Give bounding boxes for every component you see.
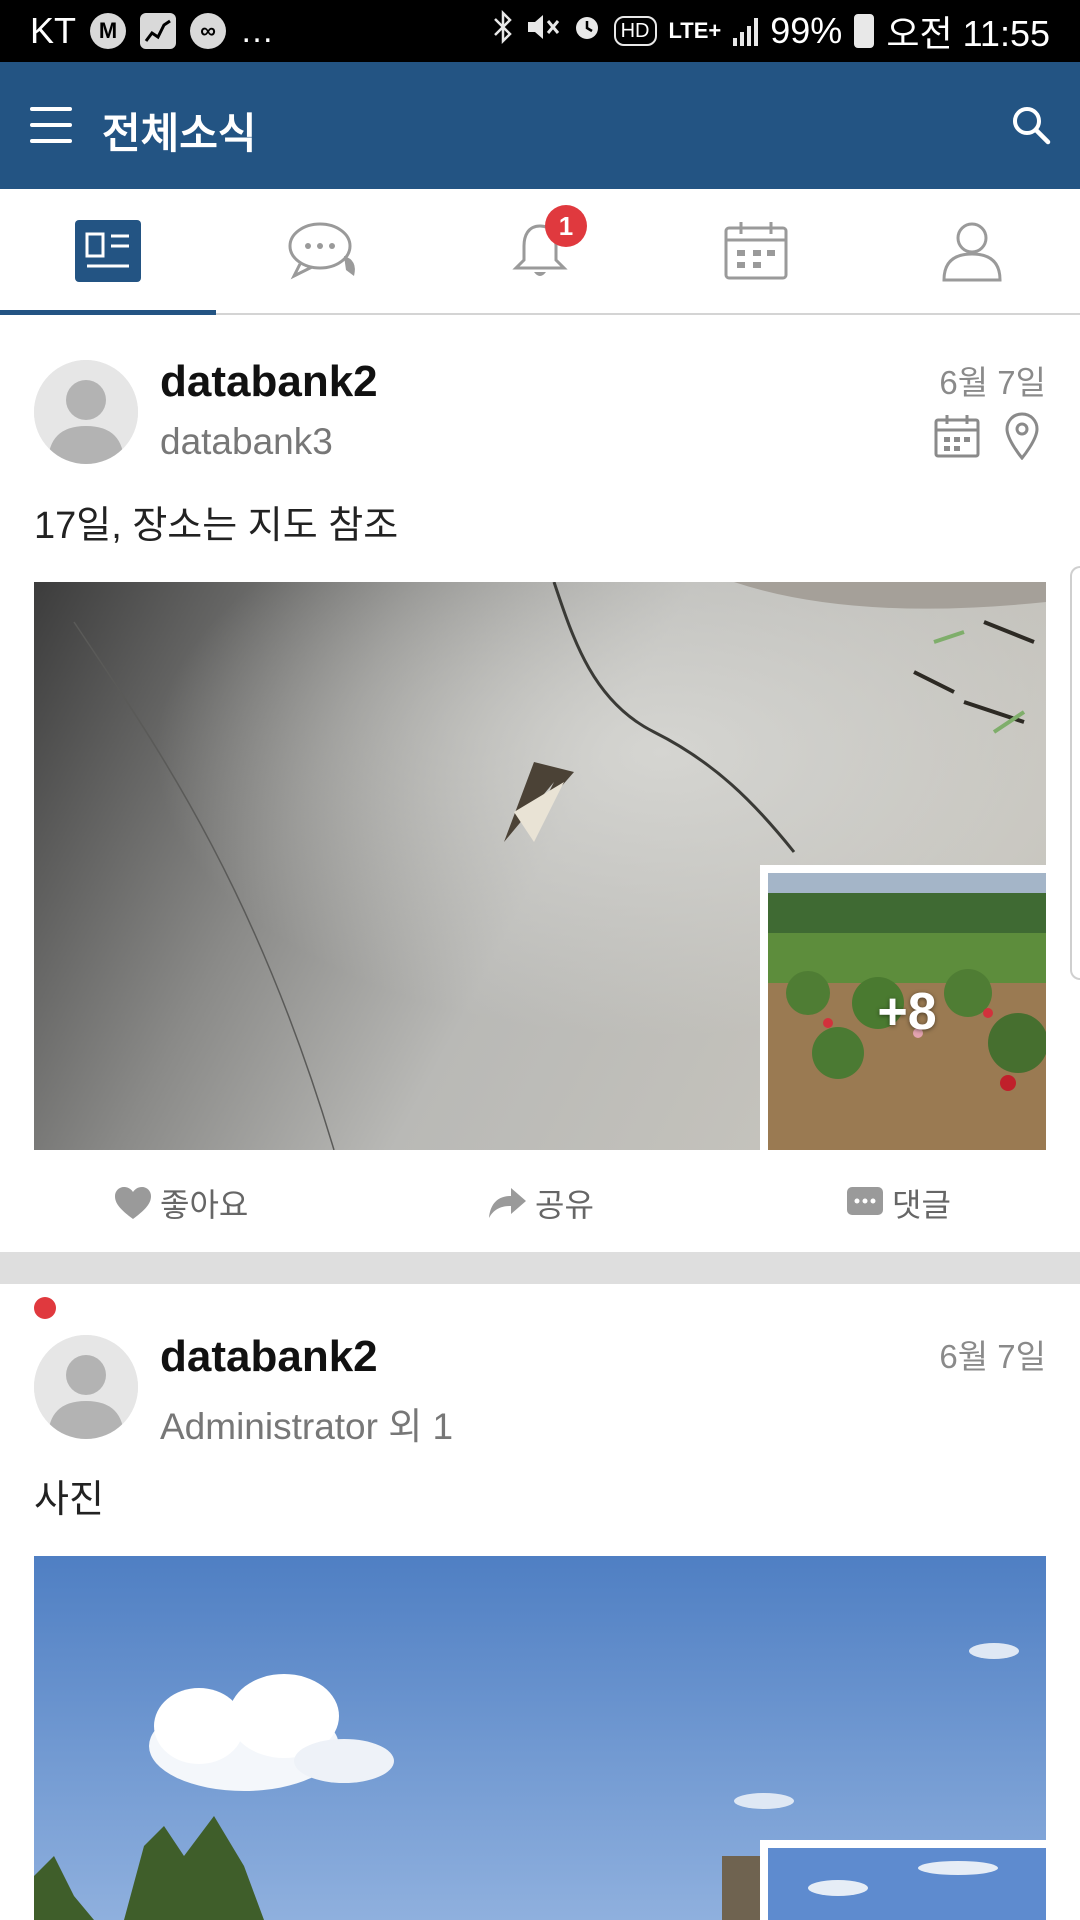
chat-bubbles-icon bbox=[288, 222, 355, 280]
post-text: 사진 bbox=[34, 1479, 104, 1521]
tab-chat[interactable] bbox=[216, 189, 432, 313]
comment-button[interactable]: 댓글 bbox=[846, 1180, 951, 1226]
post-author[interactable]: databank2 bbox=[160, 1332, 378, 1382]
app-header: 전체소식 bbox=[0, 62, 1080, 189]
map-pin-icon bbox=[1005, 412, 1039, 460]
carrier-label: KT bbox=[30, 10, 77, 51]
person-icon bbox=[942, 222, 1002, 282]
m-icon: M bbox=[90, 13, 127, 49]
clock: 오전 11:55 bbox=[886, 13, 1050, 54]
share-label: 공유 bbox=[535, 1187, 594, 1223]
mute-icon bbox=[526, 12, 560, 50]
avatar[interactable] bbox=[34, 360, 138, 464]
page-title: 전체소식 bbox=[102, 110, 257, 157]
calendar-icon bbox=[934, 415, 980, 458]
post-target: Administrator 외 1 bbox=[160, 1406, 454, 1447]
search-icon[interactable] bbox=[1010, 104, 1052, 146]
unread-indicator bbox=[34, 1297, 56, 1319]
tab-feed[interactable] bbox=[0, 189, 216, 315]
share-icon bbox=[489, 1188, 526, 1218]
avatar[interactable] bbox=[34, 1335, 138, 1439]
lte-icon: LTE+ bbox=[668, 18, 722, 43]
like-button[interactable]: 좋아요 bbox=[114, 1180, 248, 1226]
status-bar: KT M ∞ … HD LTE+ 99% 오전 11:55 bbox=[0, 0, 1080, 62]
post-date: 6월 7일 bbox=[939, 1338, 1046, 1375]
calendar-icon bbox=[724, 222, 788, 280]
hd-icon: HD bbox=[613, 16, 657, 46]
signal-icon bbox=[733, 16, 759, 46]
photo-thumbnail[interactable]: +8 bbox=[760, 865, 1046, 1150]
alarm-icon bbox=[572, 12, 602, 50]
battery-percent: 99% bbox=[770, 10, 843, 51]
share-button[interactable]: 공유 bbox=[487, 1180, 594, 1226]
post-author[interactable]: databank2 bbox=[160, 357, 378, 407]
post-date: 6월 7일 bbox=[939, 364, 1046, 401]
app-icon: ∞ bbox=[190, 13, 227, 49]
tab-bar bbox=[0, 189, 1080, 315]
comment-icon bbox=[847, 1187, 883, 1215]
comment-label: 댓글 bbox=[892, 1187, 951, 1223]
like-label: 좋아요 bbox=[160, 1187, 249, 1223]
tab-calendar[interactable] bbox=[648, 189, 864, 313]
post-text: 17일, 장소는 지도 참조 bbox=[34, 505, 399, 547]
more-photos-count: +8 bbox=[877, 982, 937, 1041]
news-feed-icon bbox=[75, 220, 141, 282]
more-notifications-icon: … bbox=[240, 11, 277, 50]
heart-icon bbox=[115, 1187, 151, 1219]
menu-icon[interactable] bbox=[30, 105, 72, 145]
post-target: databank3 bbox=[160, 421, 333, 462]
photo-thumbnail[interactable] bbox=[760, 1840, 1046, 1920]
tab-profile[interactable] bbox=[864, 189, 1080, 313]
battery-icon bbox=[854, 14, 875, 48]
scroll-handle[interactable] bbox=[1070, 566, 1080, 980]
notification-badge: 1 bbox=[545, 205, 587, 247]
post-divider bbox=[0, 1252, 1080, 1284]
stock-chart-icon bbox=[140, 13, 177, 49]
bluetooth-icon bbox=[492, 9, 514, 52]
tab-notifications[interactable] bbox=[432, 189, 648, 313]
